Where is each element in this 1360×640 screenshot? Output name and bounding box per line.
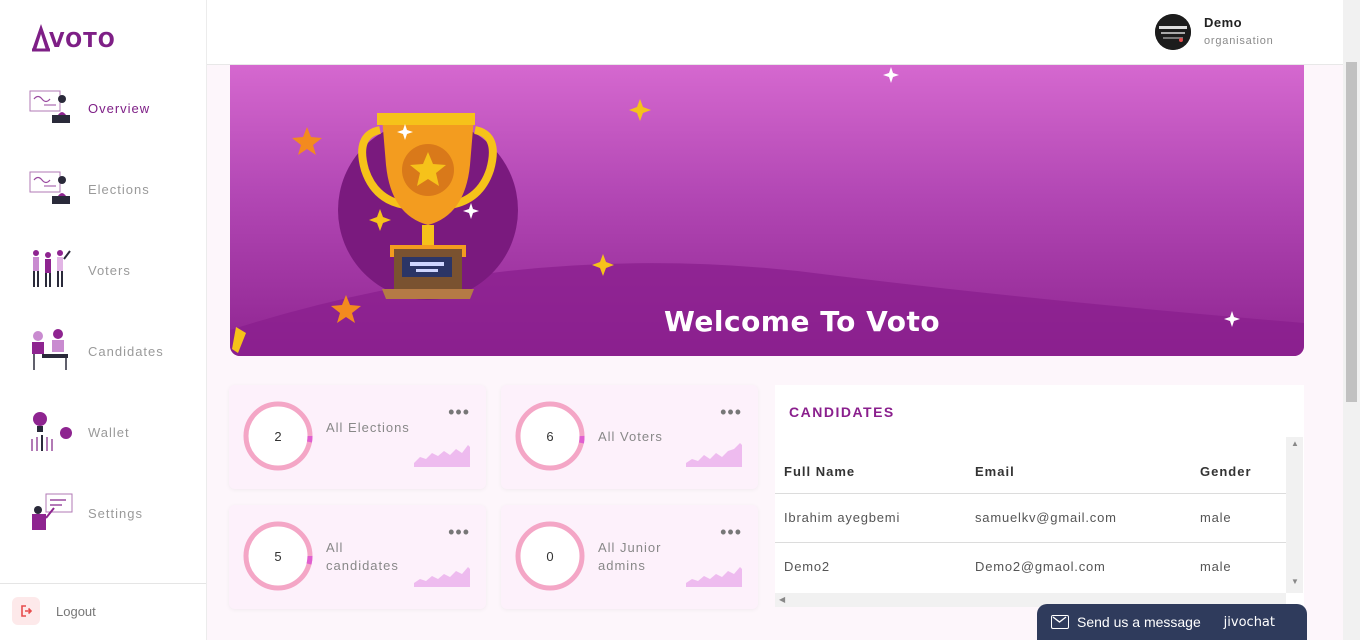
stat-value: 0: [546, 548, 554, 564]
message-icon: [1051, 615, 1069, 629]
table-divider: [775, 493, 1286, 494]
sparkline-chart: [686, 567, 742, 587]
sidebar-item-label: Candidates: [88, 343, 164, 359]
sidebar-item-label: Elections: [88, 181, 150, 197]
people-group-icon: [33, 250, 71, 287]
more-options-icon[interactable]: •••: [720, 403, 742, 421]
welcome-banner: Welcome To Voto: [230, 65, 1304, 356]
logo[interactable]: VOTO: [30, 18, 116, 52]
candidates-panel: CANDIDATES Full Name Email Gender Ibrahi…: [775, 385, 1304, 607]
stat-card-candidates[interactable]: 5 All candidates •••: [229, 505, 486, 609]
sidebar-item-settings[interactable]: Settings: [0, 483, 206, 543]
cell-gender: male: [1200, 559, 1232, 574]
stat-label: All Elections: [326, 420, 410, 435]
sidebar-item-elections[interactable]: Elections: [0, 159, 206, 219]
scroll-left-icon[interactable]: ◀: [779, 595, 785, 604]
table-divider: [775, 542, 1286, 543]
sidebar-item-candidates[interactable]: Candidates: [0, 321, 206, 381]
page-scrollbar[interactable]: [1343, 0, 1360, 640]
stat-card-junior-admins[interactable]: 0 All Junior admins •••: [501, 505, 758, 609]
scroll-down-icon[interactable]: ▼: [1291, 577, 1299, 586]
sidebar-item-label: Settings: [88, 505, 143, 521]
stat-label: All candidates: [326, 540, 399, 573]
sparkline-chart: [686, 443, 742, 467]
presentation-icon: [29, 90, 70, 123]
stat-value: 2: [274, 428, 282, 444]
presentation-icon: [29, 171, 70, 204]
more-options-icon[interactable]: •••: [448, 523, 470, 541]
logout-button[interactable]: Logout: [12, 597, 96, 625]
cell-email: Demo2@gmaol.com: [975, 559, 1106, 574]
avatar[interactable]: [1155, 14, 1191, 50]
logo-text: VOTO: [49, 28, 116, 52]
sparkline-chart: [414, 445, 470, 467]
stat-card-elections[interactable]: 2 All Elections •••: [229, 385, 486, 489]
cell-full-name: Demo2: [784, 559, 830, 574]
chat-widget-button[interactable]: Send us a message jivochat: [1037, 604, 1307, 640]
scroll-up-icon[interactable]: ▲: [1291, 439, 1299, 448]
stat-value: 6: [546, 428, 554, 444]
sidebar-item-overview[interactable]: Overview: [0, 78, 206, 138]
sidebar-item-voters[interactable]: Voters: [0, 240, 206, 300]
column-header-gender[interactable]: Gender: [1200, 464, 1252, 479]
sidebar-item-label: Overview: [88, 100, 151, 116]
chat-brand: jivochat: [1223, 614, 1275, 630]
more-options-icon[interactable]: •••: [448, 403, 470, 421]
candidates-table: Full Name Email Gender Ibrahim ayegbemi …: [775, 437, 1286, 593]
column-header-email[interactable]: Email: [975, 464, 1015, 479]
more-options-icon[interactable]: •••: [720, 523, 742, 541]
cell-email: samuelkv@gmail.com: [975, 510, 1117, 525]
stat-label: All Junior admins: [598, 540, 662, 573]
stat-value: 5: [274, 548, 282, 564]
user-role: organisation: [1204, 35, 1274, 47]
top-header: Demo organisation: [207, 0, 1343, 65]
cell-gender: male: [1200, 510, 1232, 525]
wallet-bulb-icon: [31, 412, 72, 451]
sparkline-chart: [414, 567, 470, 587]
logout-label: Logout: [56, 603, 96, 619]
sidebar-item-wallet[interactable]: Wallet: [0, 402, 206, 462]
sidebar-divider: [0, 583, 206, 584]
column-header-full-name[interactable]: Full Name: [784, 464, 855, 479]
meeting-icon: [32, 329, 68, 370]
chat-label: Send us a message: [1077, 614, 1201, 630]
sidebar-item-label: Voters: [88, 262, 131, 278]
settings-presenter-icon: [32, 493, 73, 530]
sidebar-item-label: Wallet: [88, 424, 130, 440]
stat-card-voters[interactable]: 6 All Voters •••: [501, 385, 758, 489]
candidates-title: CANDIDATES: [789, 404, 895, 420]
banner-title: Welcome To Voto: [664, 305, 941, 338]
user-name[interactable]: Demo: [1204, 15, 1242, 30]
cell-full-name: Ibrahim ayegbemi: [784, 510, 901, 525]
table-vertical-scrollbar[interactable]: ▲ ▼: [1286, 437, 1303, 593]
page-scrollbar-thumb[interactable]: [1346, 62, 1357, 402]
logout-icon: [12, 597, 40, 625]
sidebar: VOTO Overview Elections Voters Candidate…: [0, 0, 207, 640]
